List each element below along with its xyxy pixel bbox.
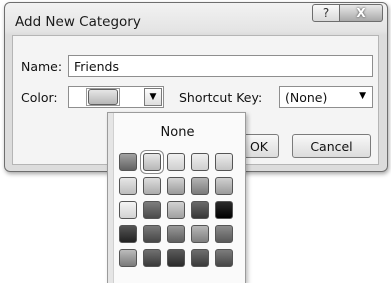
dropdown-arrow-icon: ▼ (149, 92, 157, 102)
shortcut-key-label: Shortcut Key: (179, 90, 263, 105)
color-swatch[interactable] (215, 153, 233, 171)
color-swatch[interactable] (143, 249, 161, 267)
color-dropdown-button[interactable]: ▼ (144, 88, 162, 106)
color-swatch[interactable] (119, 201, 137, 219)
help-icon: ? (322, 6, 330, 20)
cancel-button-label: Cancel (310, 138, 353, 154)
color-swatch[interactable] (167, 249, 185, 267)
name-input[interactable]: Friends (68, 55, 373, 77)
color-swatch[interactable] (167, 201, 185, 219)
close-button[interactable]: X (339, 4, 383, 22)
color-swatch[interactable] (143, 201, 161, 219)
color-swatch[interactable] (119, 225, 137, 243)
color-swatch[interactable] (191, 153, 209, 171)
color-swatch[interactable] (215, 201, 233, 219)
color-swatch[interactable] (119, 177, 137, 195)
color-swatch[interactable] (215, 249, 233, 267)
cancel-button[interactable]: Cancel (292, 134, 371, 158)
color-picker-popup: None (107, 112, 246, 283)
color-swatch[interactable] (167, 153, 185, 171)
shortcut-key-value: (None) (285, 90, 328, 105)
color-swatch[interactable] (191, 249, 209, 267)
color-swatch[interactable] (119, 249, 137, 267)
color-swatch[interactable] (143, 177, 161, 195)
ok-button-label: OK (249, 138, 269, 154)
color-swatch[interactable] (143, 153, 161, 171)
color-swatch[interactable] (167, 225, 185, 243)
dialog-title: Add New Category (15, 14, 141, 30)
color-swatch[interactable] (191, 201, 209, 219)
selected-color-swatch (86, 88, 120, 106)
color-swatch[interactable] (191, 225, 209, 243)
color-swatch[interactable] (215, 225, 233, 243)
color-swatch[interactable] (167, 177, 185, 195)
name-label: Name: (21, 59, 63, 74)
color-swatch[interactable] (143, 225, 161, 243)
help-button[interactable]: ? (312, 4, 340, 22)
color-dropdown[interactable]: ▼ (68, 86, 164, 108)
shortcut-key-dropdown[interactable]: (None) ▼ (279, 86, 373, 108)
none-color-option[interactable]: None (108, 125, 247, 140)
color-swatch[interactable] (119, 153, 137, 171)
color-swatch[interactable] (215, 177, 233, 195)
color-label: Color: (21, 90, 58, 105)
dropdown-arrow-icon: ▼ (359, 91, 366, 101)
color-swatch[interactable] (191, 177, 209, 195)
close-icon: X (356, 6, 366, 20)
